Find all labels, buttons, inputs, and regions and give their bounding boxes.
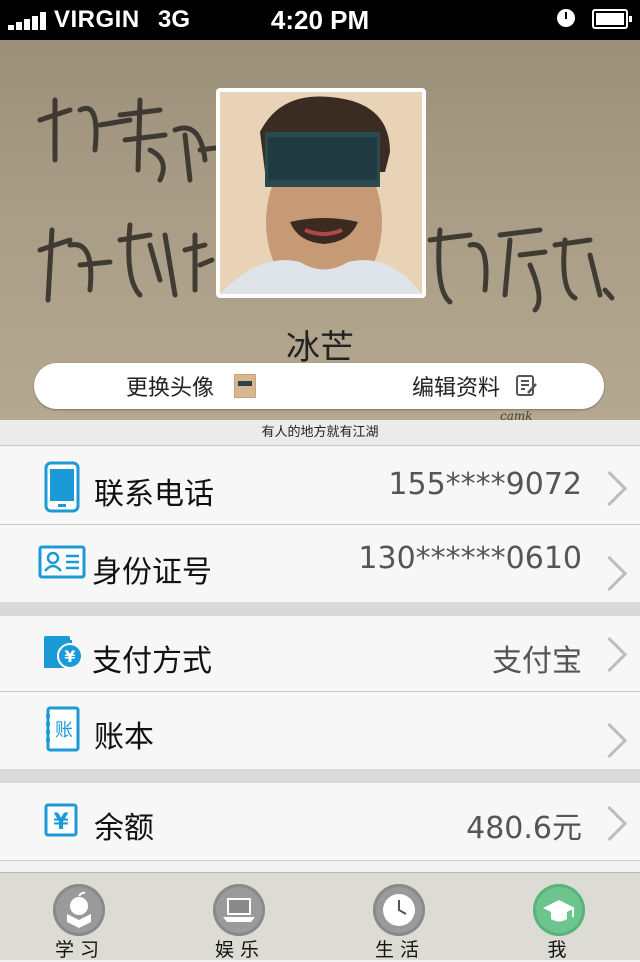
edit-profile-label: 编辑资料 <box>412 376 501 401</box>
tab-life[interactable]: 生活 <box>320 873 480 961</box>
chevron-right-icon <box>591 555 628 592</box>
phone-icon <box>44 461 80 513</box>
status-time: 4:20 PM <box>270 5 370 35</box>
laptop-icon <box>213 884 265 936</box>
change-avatar-button[interactable]: 更换头像 <box>126 363 257 409</box>
avatar-thumbnail-icon <box>234 374 257 398</box>
svg-text:¥: ¥ <box>64 647 75 666</box>
payment-value: 支付宝 <box>492 644 582 679</box>
edit-note-icon <box>516 375 537 396</box>
yuan-icon: ¥ <box>44 803 78 837</box>
svg-text:camk: camk <box>500 409 533 420</box>
apple-book-icon <box>53 884 105 936</box>
wallet-icon: ¥ <box>44 636 83 669</box>
list-row-payment[interactable]: ¥ 支付方式 支付宝 <box>0 616 640 692</box>
payment-label: 支付方式 <box>92 644 212 679</box>
balance-label: 余额 <box>94 811 154 846</box>
tab-entertainment[interactable]: 娱乐 <box>160 873 320 961</box>
battery-icon <box>592 9 632 29</box>
avatar[interactable] <box>216 88 426 298</box>
list-row-balance[interactable]: ¥ 余额 480.6元 <box>0 783 640 861</box>
profile-header: camk 冰芒 更换头像 编辑资料 <box>0 40 640 420</box>
change-avatar-label: 更换头像 <box>126 376 215 401</box>
clock-icon <box>373 884 425 936</box>
username: 冰芒 <box>286 328 354 368</box>
list-row-id-number[interactable]: 身份证号 130******0610 <box>0 525 640 603</box>
svg-text:账: 账 <box>55 720 73 741</box>
avatar-photo <box>220 92 422 294</box>
tab-me[interactable]: 我 <box>480 873 640 961</box>
id-number-value: 130******0610 <box>358 541 582 576</box>
ledger-book-icon: 账 <box>46 706 80 752</box>
list-row-phone[interactable]: 联系电话 155****9072 <box>0 447 640 525</box>
graduation-cap-icon <box>533 884 585 936</box>
tab-me-label: 我 <box>547 939 573 961</box>
svg-text:¥: ¥ <box>53 810 69 835</box>
balance-value: 480.6元 <box>466 811 582 846</box>
ledger-label: 账本 <box>94 720 154 755</box>
motto-text: 有人的地方就有江湖 <box>0 420 640 446</box>
tab-entertainment-label: 娱乐 <box>214 939 265 961</box>
status-bar: VIRGIN 3G 4:20 PM <box>0 0 640 40</box>
section-divider <box>0 602 640 616</box>
phone-label: 联系电话 <box>94 477 214 512</box>
tab-life-label: 生活 <box>374 939 425 961</box>
alarm-clock-icon <box>557 9 575 27</box>
id-card-icon <box>38 545 86 579</box>
tab-study-label: 学习 <box>54 939 105 961</box>
section-divider <box>0 769 640 783</box>
list-row-ledger[interactable]: 账 账本 <box>0 692 640 770</box>
edit-profile-button[interactable]: 编辑资料 <box>412 363 538 409</box>
chevron-right-icon <box>591 470 628 507</box>
id-number-label: 身份证号 <box>92 555 212 590</box>
profile-action-bar: 更换头像 编辑资料 <box>34 363 604 409</box>
chevron-right-icon <box>591 722 628 759</box>
phone-value: 155****9072 <box>388 467 582 502</box>
chevron-right-icon <box>591 636 628 673</box>
chevron-right-icon <box>591 805 628 842</box>
tab-bar: 学习 娱乐 生活 我 <box>0 872 640 961</box>
tab-study[interactable]: 学习 <box>0 873 160 961</box>
